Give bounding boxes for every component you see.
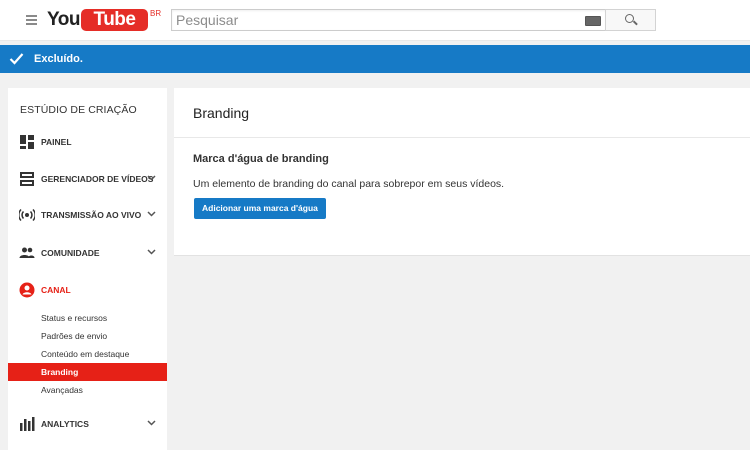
dashboard-icon bbox=[20, 135, 34, 149]
subnav-item-branding[interactable]: Branding bbox=[8, 363, 167, 381]
sidebar-title[interactable]: ESTÚDIO DE CRIAÇÃO bbox=[20, 104, 137, 116]
sidebar-item-label: COMUNIDADE bbox=[41, 248, 100, 258]
sidebar-item-analytics[interactable]: ANALYTICS bbox=[8, 412, 167, 436]
subnav-item-label: Status e recursos bbox=[41, 313, 108, 323]
subnav-item-label: Branding bbox=[41, 367, 79, 377]
section-description: Um elemento de branding do canal para so… bbox=[193, 178, 505, 190]
subnav-item-advanced[interactable]: Avançadas bbox=[8, 381, 167, 399]
keyboard-icon[interactable] bbox=[585, 16, 601, 26]
chevron-down-icon[interactable] bbox=[147, 175, 156, 181]
chevron-down-icon[interactable] bbox=[147, 420, 156, 426]
sidebar-item-channel[interactable]: CANAL bbox=[8, 278, 167, 302]
sidebar-item-label: GERENCIADOR DE VÍDEOS bbox=[41, 174, 154, 184]
subnav-item-label: Padrões de envio bbox=[41, 331, 108, 341]
logo-country-code: BR bbox=[150, 9, 162, 18]
sidebar-item-label: PAINEL bbox=[41, 137, 72, 147]
search-box bbox=[171, 9, 607, 31]
live-broadcast-icon bbox=[19, 208, 35, 222]
page-title: Branding bbox=[193, 105, 250, 121]
menu-icon[interactable] bbox=[26, 15, 37, 25]
video-manager-icon bbox=[20, 172, 34, 186]
search-button[interactable] bbox=[605, 9, 656, 31]
community-icon bbox=[19, 247, 35, 258]
check-icon bbox=[9, 53, 24, 65]
subnav-item-label: Conteúdo em destaque bbox=[41, 349, 130, 359]
chevron-down-icon[interactable] bbox=[147, 249, 156, 255]
subnav-item-label: Avançadas bbox=[41, 385, 83, 395]
search-input[interactable] bbox=[172, 10, 576, 30]
notification-bar: Excluído. bbox=[0, 45, 750, 73]
masthead: You Tube BR bbox=[0, 0, 750, 41]
sidebar-item-label: TRANSMISSÃO AO VIVO bbox=[41, 210, 142, 220]
divider bbox=[174, 137, 750, 138]
notification-text: Excluído. bbox=[34, 53, 83, 65]
branding-card: Branding Marca d'água de branding Um ele… bbox=[174, 88, 750, 256]
sidebar-item-community[interactable]: COMUNIDADE bbox=[8, 241, 167, 265]
subnav-item-upload-defaults[interactable]: Padrões de envio bbox=[8, 327, 167, 345]
sidebar-item-label: CANAL bbox=[41, 285, 71, 295]
channel-icon bbox=[19, 282, 35, 298]
logo-tube-text: Tube bbox=[81, 9, 148, 31]
analytics-icon bbox=[20, 417, 35, 431]
chevron-down-icon[interactable] bbox=[147, 211, 156, 217]
logo-you-text: You bbox=[47, 9, 80, 30]
subnav-item-status[interactable]: Status e recursos bbox=[8, 309, 167, 327]
section-title: Marca d'água de branding bbox=[193, 153, 329, 165]
sidebar-item-video-manager[interactable]: GERENCIADOR DE VÍDEOS bbox=[8, 167, 167, 191]
sidebar-item-label: ANALYTICS bbox=[41, 419, 89, 429]
add-watermark-button[interactable]: Adicionar uma marca d'água bbox=[194, 198, 326, 219]
subnav-item-featured-content[interactable]: Conteúdo em destaque bbox=[8, 345, 167, 363]
creator-studio-sidebar: ESTÚDIO DE CRIAÇÃO PAINEL GERENCIADOR DE… bbox=[8, 88, 167, 450]
sidebar-item-live-streaming[interactable]: TRANSMISSÃO AO VIVO bbox=[8, 203, 167, 227]
sidebar-item-dashboard[interactable]: PAINEL bbox=[8, 130, 167, 154]
